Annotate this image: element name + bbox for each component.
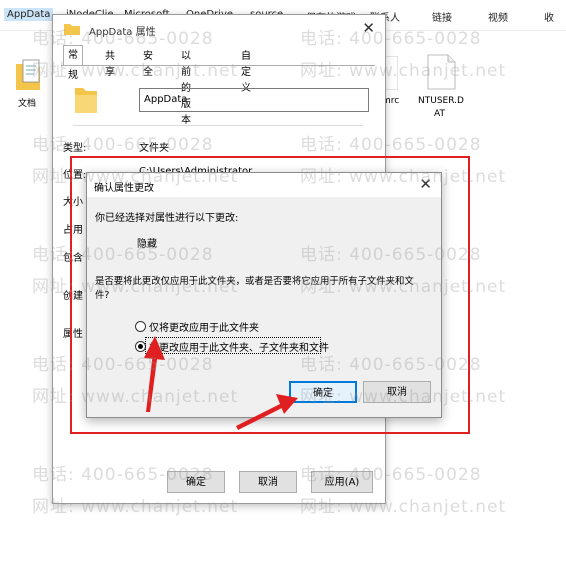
watermark-url: 网址: www.chanjet.net [300, 497, 507, 517]
watermark-phone: 电话: 400-665-0028 [32, 245, 214, 265]
watermark-url: 网址: www.chanjet.net [300, 387, 507, 407]
watermark-url: 网址: www.chanjet.net [32, 277, 239, 297]
watermark-url: 网址: www.chanjet.net [300, 277, 507, 297]
watermark-phone: 电话: 400-665-0028 [300, 465, 482, 485]
watermark-phone: 电话: 400-665-0028 [300, 135, 482, 155]
watermark-phone: 电话: 400-665-0028 [300, 355, 482, 375]
arrow-to-ok [236, 394, 298, 430]
watermark-url: 网址: www.chanjet.net [32, 497, 239, 517]
watermark-phone: 电话: 400-665-0028 [32, 135, 214, 155]
watermark-phone: 电话: 400-665-0028 [300, 245, 482, 265]
watermark-phone: 电话: 400-665-0028 [32, 465, 214, 485]
watermark-phone: 电话: 400-665-0028 [32, 29, 214, 49]
watermark-phone: 电话: 400-665-0028 [300, 29, 482, 49]
watermark-url: 网址: www.chanjet.net [300, 61, 507, 81]
watermark-url: 网址: www.chanjet.net [32, 387, 239, 407]
watermark-url: 网址: www.chanjet.net [300, 167, 507, 187]
watermark-url: 网址: www.chanjet.net [32, 167, 239, 187]
watermark-phone: 电话: 400-665-0028 [32, 355, 214, 375]
watermark-url: 网址: www.chanjet.net [32, 61, 239, 81]
